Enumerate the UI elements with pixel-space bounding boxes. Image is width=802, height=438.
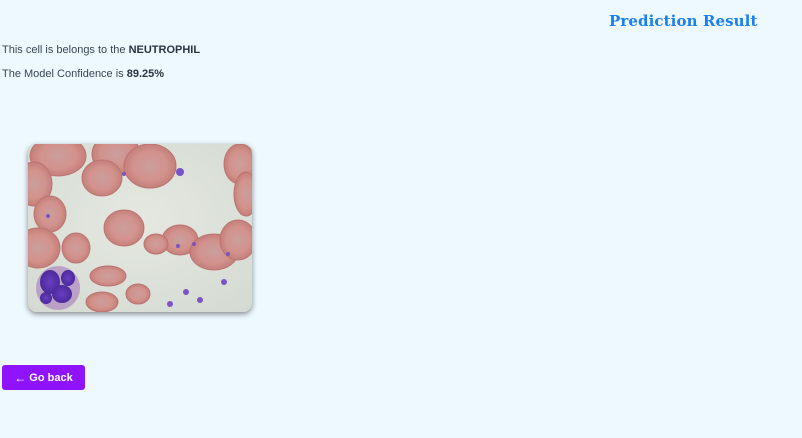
prediction-prefix: This cell is belongs to the <box>2 44 129 56</box>
arrow-left-icon: ← <box>14 370 27 385</box>
page-title: Prediction Result <box>609 12 758 30</box>
confidence-prefix: The Model Confidence is <box>2 68 127 80</box>
go-back-button[interactable]: ← Go back <box>2 365 85 390</box>
prediction-text: This cell is belongs to the NEUTROPHIL <box>2 44 200 56</box>
predicted-cell-type: NEUTROPHIL <box>128 44 201 56</box>
confidence-text: The Model Confidence is 89.25% <box>2 68 164 80</box>
cell-image <box>28 144 252 312</box>
go-back-label: Go back <box>29 371 73 384</box>
confidence-value: 89.25% <box>126 68 165 80</box>
